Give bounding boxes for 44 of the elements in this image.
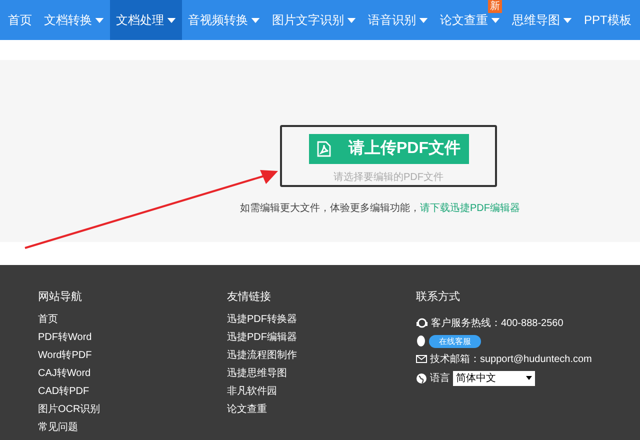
caret-icon xyxy=(95,18,104,22)
footer-link[interactable]: PDF转Word xyxy=(38,328,227,346)
footer-link[interactable]: 迅捷PDF编辑器 xyxy=(227,328,416,346)
nav-tab[interactable]: 文档处理 xyxy=(110,0,182,40)
pdf-file-icon xyxy=(316,141,330,157)
footer-link[interactable]: 论文查重 xyxy=(227,400,416,418)
email-text: 技术邮箱：support@huduntech.com xyxy=(430,352,592,366)
nav-tab[interactable]: 音视频转换 xyxy=(182,0,266,40)
mail-icon xyxy=(416,355,427,363)
footer-link[interactable]: CAD转PDF xyxy=(38,382,227,400)
footer-heading: 网站导航 xyxy=(38,290,83,305)
nav-tab[interactable]: 论文查重 新 xyxy=(434,0,506,40)
nav-tab[interactable]: 图片文字识别 xyxy=(266,0,362,40)
footer-link[interactable]: Word转PDF xyxy=(38,346,227,364)
caret-icon xyxy=(419,18,428,22)
nav-tab[interactable]: 语音识别 xyxy=(362,0,434,40)
new-badge: 新 xyxy=(488,0,502,13)
footer-link[interactable]: 常见问题 xyxy=(38,418,227,436)
caret-icon xyxy=(563,18,572,22)
footer-link[interactable]: 图片OCR识别 xyxy=(38,400,227,418)
caret-icon xyxy=(347,18,356,22)
caret-icon xyxy=(526,376,532,380)
note-text: 如需编辑更大文件，体验更多编辑功能， xyxy=(240,203,420,214)
hotline-text: 客户服务热线：400-888-2560 xyxy=(431,316,564,330)
caret-icon xyxy=(491,18,500,22)
footer-link[interactable]: 迅捷流程图制作 xyxy=(227,346,416,364)
caret-icon xyxy=(251,18,260,22)
nav-tab[interactable]: PPT模板 xyxy=(578,0,638,40)
headset-icon xyxy=(416,317,428,329)
footer-heading: 联系方式 xyxy=(416,290,461,305)
nav-tab[interactable]: 思维导图 xyxy=(506,0,578,40)
globe-icon xyxy=(416,372,427,384)
nav-tab[interactable]: 文档转换 xyxy=(38,0,110,40)
nav-tab[interactable]: 首页 xyxy=(2,0,38,40)
footer-heading: 友情链接 xyxy=(227,290,272,305)
footer-link[interactable]: 非凡软件园 xyxy=(227,382,416,400)
upload-hint: 请选择要编辑的PDF文件 xyxy=(334,170,444,185)
footer-link[interactable]: 首页 xyxy=(38,310,227,328)
footer-link[interactable]: 迅捷PDF转换器 xyxy=(227,310,416,328)
footer-link[interactable]: 迅捷思维导图 xyxy=(227,364,416,382)
language-label: 语言 xyxy=(430,372,450,386)
caret-icon xyxy=(167,18,176,22)
language-select[interactable]: 简体中文 xyxy=(453,370,535,386)
footer-link[interactable]: CAJ转Word xyxy=(38,364,227,382)
